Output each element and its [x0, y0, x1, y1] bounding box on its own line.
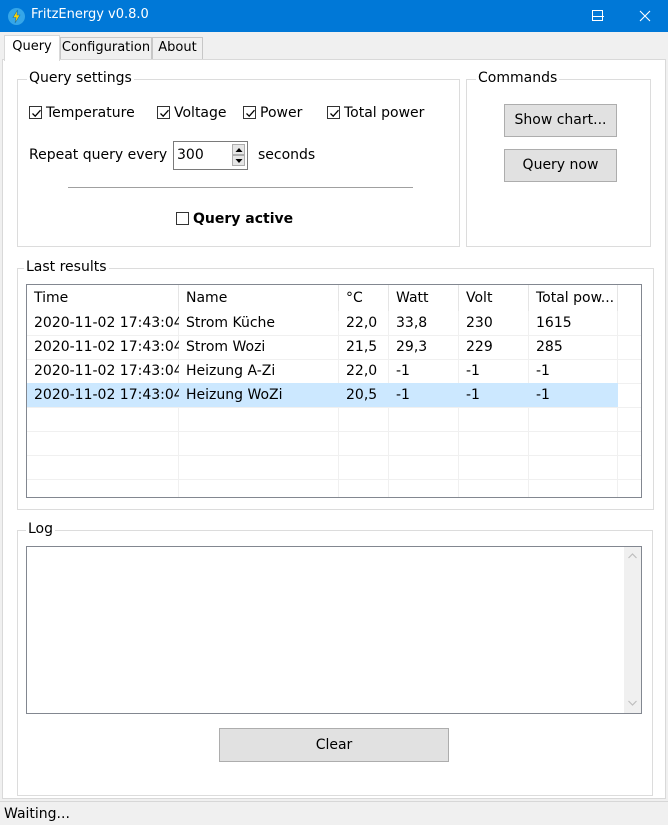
column-header-celsius[interactable]: °C — [339, 285, 389, 311]
query-now-button[interactable]: Query now — [504, 149, 617, 182]
total-power-label[interactable]: Total power — [344, 104, 424, 122]
name-cell: Heizung A-Zi — [186, 363, 276, 379]
query-settings-caption: Query settings — [27, 69, 134, 87]
volt-cell: 229 — [466, 339, 493, 355]
power-label[interactable]: Power — [260, 104, 302, 122]
results-table[interactable]: Time Name °C Watt Volt Total pow... 2020… — [26, 284, 642, 498]
temperature-cell: 21,5 — [346, 339, 378, 355]
voltage-label[interactable]: Voltage — [174, 104, 227, 122]
total-power-cell: -1 — [536, 387, 550, 403]
title-bar[interactable]: FritzEnergy v0.8.0 — [0, 0, 668, 32]
clear-log-button[interactable]: Clear — [219, 728, 449, 762]
maximize-icon[interactable] — [592, 10, 603, 21]
column-header-total-power[interactable]: Total pow... — [529, 285, 618, 311]
power-checkbox[interactable] — [243, 106, 256, 119]
table-row[interactable]: 2020-11-02 17:43:04 Strom Küche 22,0 33,… — [27, 311, 618, 335]
table-row[interactable]: 2020-11-02 17:43:04 Heizung A-Zi 22,0 -1… — [27, 359, 618, 383]
watt-cell: 33,8 — [396, 315, 428, 331]
column-header-volt[interactable]: Volt — [459, 285, 529, 311]
status-bar: Waiting... — [0, 801, 668, 825]
show-chart-button[interactable]: Show chart... — [504, 104, 617, 137]
query-active-label[interactable]: Query active — [193, 210, 293, 228]
temperature-label[interactable]: Temperature — [46, 104, 135, 122]
volt-cell: 230 — [466, 315, 493, 331]
window-title: FritzEnergy v0.8.0 — [31, 7, 149, 22]
lightning-icon — [8, 8, 25, 25]
spinner-down-button[interactable] — [232, 155, 245, 166]
separator — [68, 187, 413, 188]
repeat-interval-value[interactable]: 300 — [177, 146, 204, 164]
last-results-caption: Last results — [24, 258, 109, 276]
temperature-cell: 22,0 — [346, 315, 378, 331]
time-cell: 2020-11-02 17:43:04 — [34, 315, 179, 331]
scroll-down-icon[interactable] — [628, 700, 637, 706]
scroll-up-icon[interactable] — [628, 553, 637, 559]
column-header-name[interactable]: Name — [179, 285, 339, 311]
log-scrollbar[interactable] — [624, 547, 641, 713]
total-power-cell: -1 — [536, 363, 550, 379]
arrow-up-icon — [235, 148, 243, 152]
repeat-interval-spinner[interactable]: 300 — [173, 141, 248, 170]
time-cell: 2020-11-02 17:43:04 — [34, 387, 179, 403]
temperature-checkbox[interactable] — [29, 106, 42, 119]
status-text: Waiting... — [4, 806, 70, 822]
tab-about[interactable]: About — [152, 37, 203, 59]
log-textbox[interactable] — [26, 546, 642, 714]
commands-caption: Commands — [476, 69, 560, 87]
voltage-checkbox[interactable] — [157, 106, 170, 119]
close-icon — [639, 10, 651, 22]
time-cell: 2020-11-02 17:43:04 — [34, 339, 179, 355]
total-power-cell: 285 — [536, 339, 563, 355]
volt-cell: -1 — [466, 363, 480, 379]
volt-cell: -1 — [466, 387, 480, 403]
total-power-checkbox[interactable] — [327, 106, 340, 119]
name-cell: Heizung WoZi — [186, 387, 283, 403]
query-active-checkbox[interactable] — [176, 212, 189, 225]
time-cell: 2020-11-02 17:43:04 — [34, 363, 179, 379]
log-caption: Log — [26, 520, 56, 538]
name-cell: Strom Wozi — [186, 339, 266, 355]
spinner-up-button[interactable] — [232, 144, 245, 155]
close-button[interactable] — [622, 0, 668, 32]
seconds-label: seconds — [258, 147, 316, 163]
watt-cell: 29,3 — [396, 339, 428, 355]
arrow-down-icon — [235, 159, 243, 163]
total-power-cell: 1615 — [536, 315, 572, 331]
temperature-cell: 20,5 — [346, 387, 378, 403]
column-header-time[interactable]: Time — [27, 285, 179, 311]
watt-cell: -1 — [396, 363, 410, 379]
watt-cell: -1 — [396, 387, 410, 403]
column-header-watt[interactable]: Watt — [389, 285, 459, 311]
tab-query[interactable]: Query — [4, 35, 60, 61]
temperature-cell: 22,0 — [346, 363, 378, 379]
table-row-selected[interactable]: 2020-11-02 17:43:04 Heizung WoZi 20,5 -1… — [27, 383, 618, 407]
table-row[interactable]: 2020-11-02 17:43:04 Strom Wozi 21,5 29,3… — [27, 335, 618, 359]
name-cell: Strom Küche — [186, 315, 276, 331]
tab-configuration[interactable]: Configuration — [60, 37, 152, 59]
repeat-query-label: Repeat query every — [29, 147, 168, 163]
